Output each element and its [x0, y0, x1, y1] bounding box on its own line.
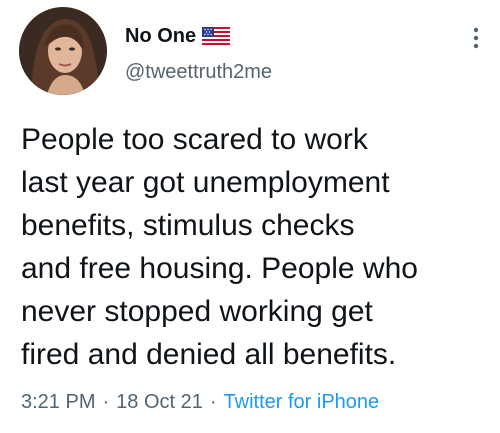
- tweet-date[interactable]: 18 Oct 21: [116, 391, 203, 414]
- author-name-row[interactable]: No One: [125, 22, 231, 50]
- tweet-text-line: People too scared to work: [21, 123, 368, 156]
- tweet-source-link[interactable]: Twitter for iPhone: [224, 391, 380, 414]
- tweet-text: People too scared to work last year got …: [21, 118, 491, 376]
- us-flag-icon: [201, 26, 231, 46]
- avatar-image: [19, 7, 107, 95]
- tweet-card: No One @tweettruth2me People too scared …: [0, 0, 500, 433]
- tweet-text-line: fired and denied all benefits.: [21, 338, 397, 371]
- tweet-text-line: and free housing. People who: [21, 252, 418, 285]
- display-name[interactable]: No One: [125, 25, 196, 48]
- tweet-time[interactable]: 3:21 PM: [21, 391, 95, 414]
- more-vertical-icon[interactable]: [466, 24, 486, 52]
- separator-dot: ·: [209, 391, 217, 413]
- separator-dot: ·: [102, 391, 110, 413]
- tweet-text-line: benefits, stimulus checks: [21, 209, 355, 242]
- user-handle[interactable]: @tweettruth2me: [125, 61, 272, 84]
- tweet-text-line: never stopped working get: [21, 295, 373, 328]
- tweet-metadata: 3:21 PM · 18 Oct 21 · Twitter for iPhone: [21, 391, 379, 414]
- avatar[interactable]: [19, 7, 107, 95]
- tweet-text-line: last year got unemployment: [21, 166, 390, 199]
